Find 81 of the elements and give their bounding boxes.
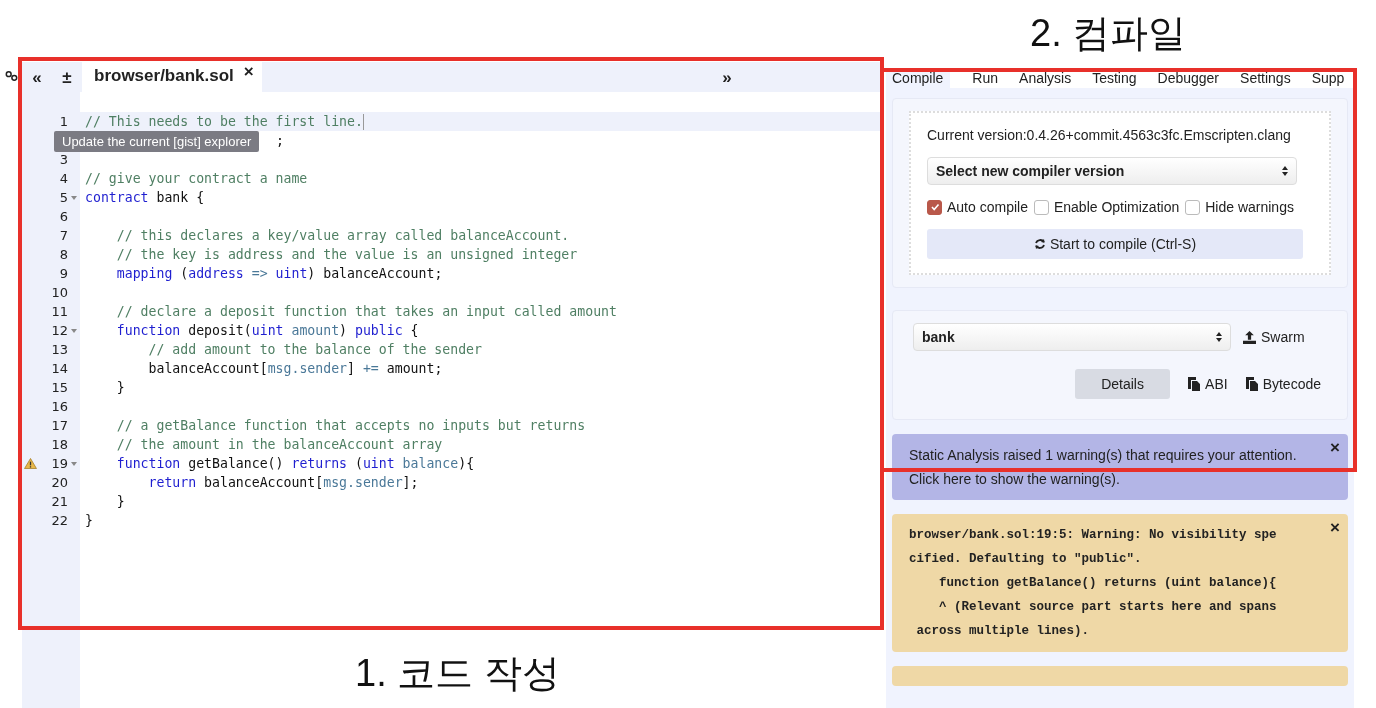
code-line: // give your contract a name [84, 171, 308, 186]
line-number: 14 [51, 361, 68, 376]
compile-button[interactable]: Start to compile (Ctrl-S) [927, 229, 1303, 259]
tooltip: Update the current [gist] explorer [54, 131, 260, 152]
line-number: 7 [59, 228, 68, 243]
panel-tab[interactable]: Testing [1086, 70, 1144, 88]
details-button[interactable]: Details [1075, 369, 1171, 399]
annotation-label: 1. 코드 작성 [355, 651, 560, 696]
line-number: 10 [51, 285, 68, 300]
code-line: return balanceAccount[msg.sender]; [147, 475, 419, 490]
line-number: 9 [59, 266, 68, 281]
line-number: 12 [51, 323, 68, 338]
code-line: // add amount to the balance of the sender [147, 342, 482, 357]
code-line: function getBalance() returns (uint balance){ [115, 456, 475, 471]
code-line: } [84, 513, 93, 528]
code-line: function deposit(uint amount) public { [115, 323, 419, 338]
bytecode-button[interactable]: Bytecode [1245, 376, 1321, 392]
refresh-icon [1033, 238, 1046, 250]
fold-icon[interactable] [71, 195, 77, 200]
panel-tab[interactable]: Run [966, 70, 1006, 88]
line-number: 18 [51, 437, 68, 452]
checkbox[interactable] [1033, 199, 1049, 215]
line-number: 4 [59, 171, 68, 186]
code-line: // This needs to be the first line. [84, 113, 364, 130]
copy-icon [1188, 377, 1201, 391]
code-line: contract bank { [84, 190, 205, 205]
code-line: // the amount in the balanceAccount array [115, 437, 443, 452]
code-line: // a getBalance function that accepts no inputs but returns [115, 418, 586, 433]
message-text[interactable]: browser/bank.sol:19:5: Warning: No visibility spe cified. Defaulting to "public". function getBalance() returns (uint balance){ ^ (Relevant source part starts here and spans across multiple lines). [909, 523, 1324, 643]
annotation-label: 2. 컴파일 [1030, 11, 1187, 56]
link-icon[interactable] [5, 70, 18, 82]
line-number: 11 [51, 304, 68, 319]
line-number: 20 [51, 475, 68, 490]
code-line: } [115, 494, 125, 509]
abi-button[interactable]: ABI [1188, 376, 1228, 392]
panel-tab[interactable]: Settings [1234, 70, 1298, 88]
code-line: balanceAccount[msg.sender] += amount; [147, 361, 443, 376]
message-text[interactable]: Static Analysis raised 1 warning(s) that requires your attention. Click here to show the warning(s). [909, 443, 1324, 491]
file-tab[interactable]: browser/bank.sol [82, 62, 244, 92]
expand-button[interactable]: » [571, 68, 882, 86]
code-line: // this declares a key/value array called balanceAccount. [115, 228, 570, 243]
line-number: 1 [59, 114, 68, 129]
collapse-button[interactable]: « [22, 68, 52, 86]
line-number: 5 [59, 190, 68, 205]
code-line: ; [276, 133, 284, 148]
version-text: Current version:0.4.26+commit.4563c3fc.Emscripten.clang [927, 127, 1292, 143]
compiler-select[interactable]: Select new compiler version [927, 157, 1297, 185]
code-line: mapping (address => uint) balanceAccount; [115, 266, 443, 281]
line-number: 21 [51, 494, 68, 509]
code-line: // the key is address and the value is an unsigned integer [115, 247, 578, 262]
option-label: Hide warnings [1205, 199, 1294, 215]
option-label: Enable Optimization [1053, 199, 1180, 215]
checkmark-icon [929, 202, 940, 212]
dropdown-arrows-icon [1282, 166, 1288, 176]
line-number: 13 [51, 342, 68, 357]
line-number: 15 [51, 380, 68, 395]
line-number: 17 [51, 418, 68, 433]
fold-icon[interactable] [71, 461, 77, 466]
line-number: 22 [51, 513, 68, 528]
line-number: 8 [59, 247, 68, 262]
line-number: 19 [51, 456, 68, 471]
fold-icon[interactable] [71, 328, 77, 333]
copy-icon [1245, 377, 1258, 391]
close-icon[interactable]: × [1330, 516, 1340, 540]
checkbox[interactable] [1185, 199, 1201, 215]
panel-tab[interactable]: Debugger [1151, 70, 1227, 88]
panel-tab[interactable]: Supp [1305, 70, 1352, 88]
close-icon[interactable]: × [1330, 436, 1340, 460]
line-number: 3 [59, 152, 68, 167]
upload-icon [1243, 330, 1256, 344]
contract-select[interactable]: bank [913, 323, 1231, 351]
code-line: } [115, 380, 125, 395]
line-number: 16 [51, 399, 68, 414]
add-file-button[interactable]: ± [52, 68, 82, 86]
option-label: Auto compile [947, 199, 1028, 215]
checkbox[interactable] [927, 199, 942, 215]
panel-tab[interactable]: Analysis [1013, 70, 1079, 88]
swarm-button[interactable]: Swarm [1243, 329, 1305, 345]
code-line: // declare a deposit function that takes an input called amount [115, 304, 617, 319]
line-number: 6 [59, 209, 68, 224]
dropdown-arrows-icon [1216, 332, 1222, 342]
